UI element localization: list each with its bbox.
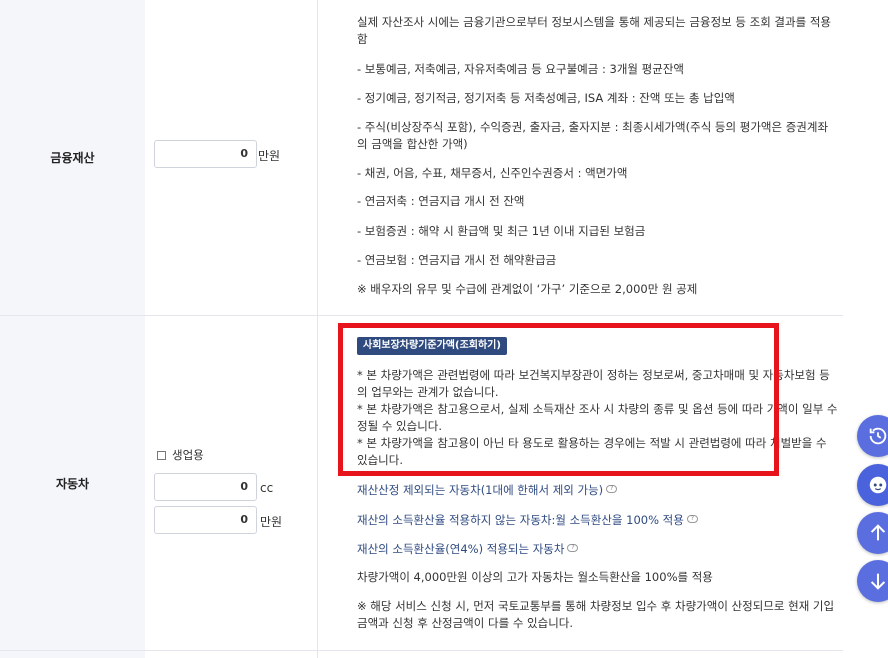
car-price-unit: 만원 [260, 515, 283, 529]
financial-note: - 연금보험 : 연금지급 개시 전 해약환급금 [357, 253, 557, 267]
car-input-cell: 생업용 0 cc 0 만원 [145, 316, 318, 650]
car-info: 차량가액이 4,000만원 이상의 고가 자동차는 월소득환산을 100%를 적… [357, 570, 713, 584]
financial-note: - 보험증권 : 해약 시 환급액 및 최근 1년 이내 지급된 보험금 [357, 224, 646, 238]
financial-note: ※ 배우자의 유무 및 수급에 관계없이 ‘가구’ 기준으로 2,000만 원 … [357, 282, 698, 296]
car-cc-unit: cc [260, 481, 274, 495]
highlight-box [338, 323, 779, 476]
checkbox-label: 생업용 [172, 448, 204, 462]
next-row [0, 651, 843, 658]
scroll-bottom-button[interactable] [857, 560, 888, 602]
financial-note: - 보통예금, 저축예금, 자유저축예금 등 요구불예금 : 3개월 평균잔액 [357, 62, 684, 76]
next-row-cell [145, 651, 318, 658]
arrow-up-icon [870, 524, 886, 541]
excluded-car-link[interactable]: 재산산정 제외되는 자동차(1대에 한해서 제외 가능)? [357, 482, 837, 499]
financial-note: - 연금저축 : 연금지급 개시 전 잔액 [357, 194, 525, 208]
scroll-top-button[interactable] [857, 512, 888, 554]
help-icon[interactable]: ? [606, 485, 618, 493]
help-icon[interactable]: ? [686, 515, 698, 523]
financial-row: 금융재산 0 만원 실제 자산조사 시에는 금융기관으로부터 정보시스템을 통해… [0, 0, 843, 316]
financial-note: - 채권, 어음, 수표, 채무증서, 신주인수권증서 : 액면가액 [357, 166, 628, 180]
car-price-input[interactable]: 0 [154, 506, 257, 534]
car-label: 자동차 [0, 316, 145, 650]
no-conversion-car-link[interactable]: 재산의 소득환산율 적용하지 않는 자동차:월 소득환산을 100% 적용? [357, 512, 837, 529]
history-button[interactable] [857, 415, 888, 457]
business-use-checkbox[interactable]: 생업용 [157, 447, 204, 463]
chatbot-button[interactable] [857, 464, 888, 506]
checkbox-box[interactable] [157, 450, 166, 460]
conversion-car-link[interactable]: 재산의 소득환산율(연4%) 적용되는 자동차? [357, 541, 837, 558]
help-icon[interactable]: ? [567, 544, 579, 552]
car-cc-input[interactable]: 0 [154, 473, 257, 501]
financial-unit: 만원 [258, 149, 281, 163]
history-icon [869, 427, 887, 445]
financial-input-cell: 0 만원 [145, 0, 318, 315]
next-row-header [0, 651, 145, 658]
financial-note: 실제 자산조사 시에는 금융기관으로부터 정보시스템을 통해 제공되는 금융정보… [357, 15, 831, 46]
financial-note: - 정기예금, 정기적금, 정기저축 등 저축성예금, ISA 계좌 : 잔액 … [357, 91, 735, 105]
financial-amount-input[interactable]: 0 [154, 140, 257, 168]
financial-note: - 주식(비상장주식 포함), 수익증권, 출자금, 출자지분 : 최종시세가액… [357, 120, 829, 151]
car-info: ※ 해당 서비스 신청 시, 먼저 국토교통부를 통해 차량정보 입수 후 차량… [357, 599, 835, 630]
chatbot-icon [869, 476, 887, 494]
financial-label: 금융재산 [0, 0, 145, 315]
arrow-down-icon [870, 573, 886, 590]
financial-description: 실제 자산조사 시에는 금융기관으로부터 정보시스템을 통해 제공되는 금융정보… [318, 0, 843, 315]
